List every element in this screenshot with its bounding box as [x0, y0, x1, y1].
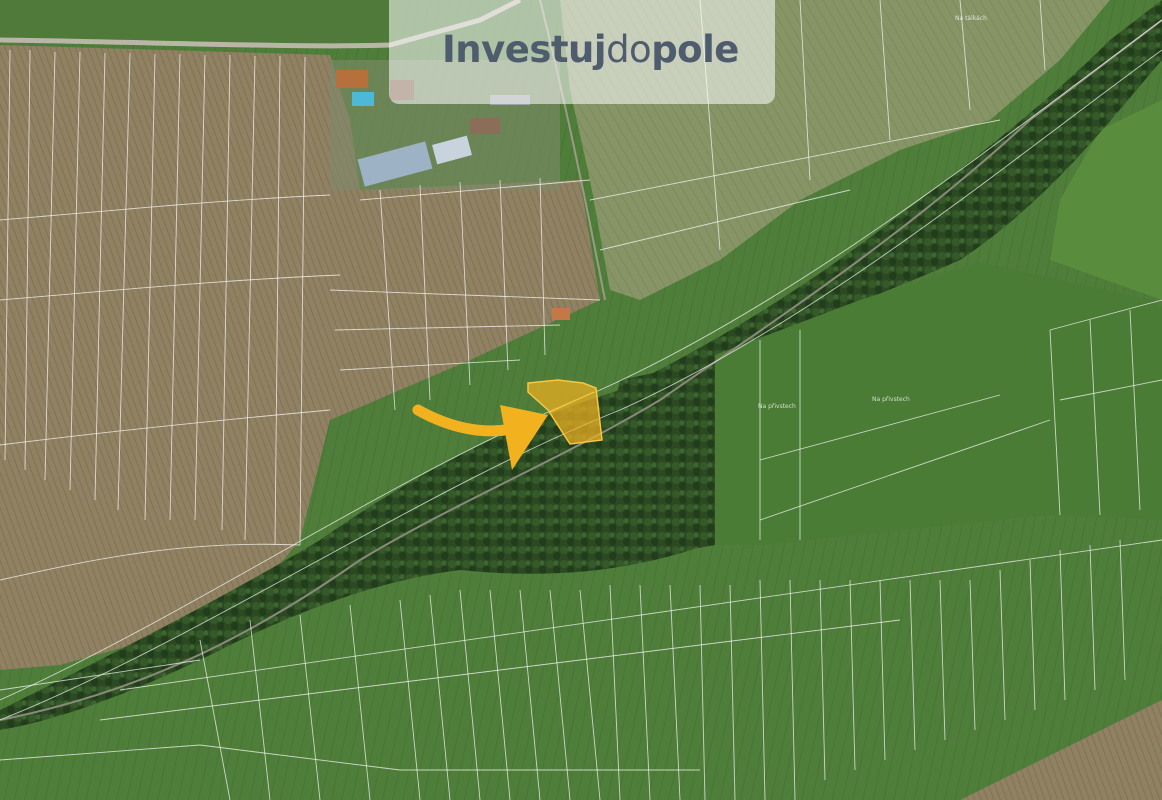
- brand-logo-part-investuj: Investuj: [442, 28, 607, 71]
- green-field-north: [0, 0, 400, 45]
- place-label: Na tálkách: [955, 15, 987, 22]
- satellite-map[interactable]: [0, 0, 1162, 800]
- brand-logo-part-do: do: [606, 28, 652, 71]
- place-label: Na přivstech: [758, 403, 796, 410]
- place-label: Na přivstech: [872, 396, 910, 403]
- brand-logo: Investujdopole: [442, 24, 739, 76]
- brand-logo-part-pole: pole: [651, 28, 739, 71]
